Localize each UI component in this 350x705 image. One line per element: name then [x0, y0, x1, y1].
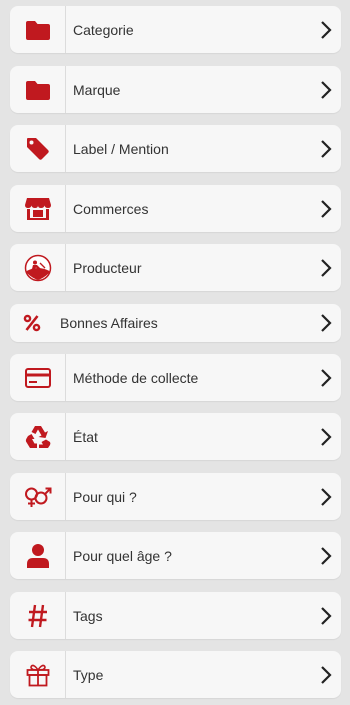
menu-item-methode-de-collecte[interactable]: Méthode de collecte: [10, 354, 341, 401]
menu-item-label: Commerces: [73, 200, 149, 217]
recycle-icon: [10, 413, 66, 460]
chevron-right-icon: [311, 139, 341, 159]
chevron-right-icon: [311, 258, 341, 278]
menu-item-pour-quel-age[interactable]: Pour quel âge ?: [10, 532, 341, 579]
folder-icon: [10, 66, 66, 113]
chevron-right-icon: [311, 606, 341, 626]
chevron-right-icon: [311, 427, 341, 447]
chevron-right-icon: [311, 665, 341, 685]
chevron-right-icon: [311, 313, 341, 333]
menu-item-label: État: [73, 428, 98, 445]
menu-item-commerces[interactable]: Commerces: [10, 185, 341, 232]
folder-icon: [10, 6, 66, 53]
gift-icon: [10, 651, 66, 698]
store-icon: [10, 185, 66, 232]
chevron-right-icon: [311, 80, 341, 100]
menu-item-type[interactable]: Type: [10, 651, 341, 698]
menu-item-label: Méthode de collecte: [73, 369, 199, 386]
gender-icon: [10, 473, 66, 520]
chevron-right-icon: [311, 546, 341, 566]
menu-item-categorie[interactable]: Categorie: [10, 6, 341, 53]
percent-icon: [10, 304, 54, 342]
credit-card-icon: [10, 354, 66, 401]
chevron-right-icon: [311, 487, 341, 507]
menu-item-label: Producteur: [73, 259, 142, 276]
menu-item-producteur[interactable]: Producteur: [10, 244, 341, 291]
menu-item-label: Bonnes Affaires: [60, 315, 158, 331]
menu-item-label: Tags: [73, 607, 103, 624]
menu-item-pour-qui[interactable]: Pour qui ?: [10, 473, 341, 520]
menu-item-label: Type: [73, 666, 104, 683]
chevron-right-icon: [311, 368, 341, 388]
menu-item-etat[interactable]: État: [10, 413, 341, 460]
producer-icon: [10, 244, 66, 291]
chevron-right-icon: [311, 199, 341, 219]
chevron-right-icon: [311, 20, 341, 40]
hashtag-icon: [10, 592, 66, 639]
filter-menu-list: Categorie Marque Label / Mention Commerc…: [0, 0, 350, 705]
menu-item-tags[interactable]: Tags: [10, 592, 341, 639]
tag-icon: [10, 125, 66, 172]
menu-item-label: Label / Mention: [73, 140, 169, 157]
menu-item-label: Pour quel âge ?: [73, 547, 172, 564]
menu-item-label: Marque: [73, 81, 121, 98]
user-icon: [10, 532, 66, 579]
menu-item-label: Pour qui ?: [73, 488, 137, 505]
menu-item-label-mention[interactable]: Label / Mention: [10, 125, 341, 172]
menu-item-marque[interactable]: Marque: [10, 66, 341, 113]
menu-item-bonnes-affaires[interactable]: Bonnes Affaires: [10, 304, 341, 342]
menu-item-label: Categorie: [73, 21, 134, 38]
